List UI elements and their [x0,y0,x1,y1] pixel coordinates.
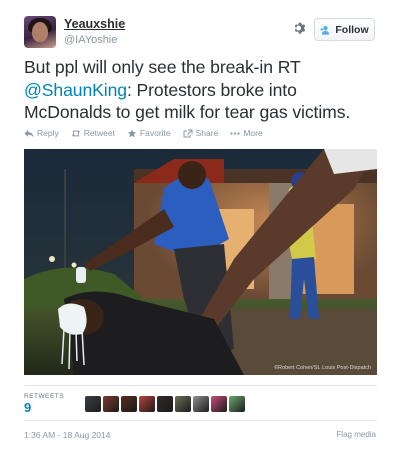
tweet-actions: Reply Retweet Favorite Share More [24,128,263,138]
retweeter-avatars [85,396,245,412]
photo-credit: ©Robert Cohen/St. Louis Post-Dispatch [274,365,371,371]
retweet-label: Retweet [83,128,115,138]
retweets-count[interactable]: 9 [24,400,31,415]
add-user-icon [320,25,330,35]
follow-label: Follow [335,23,369,36]
share-button[interactable]: Share [183,128,219,138]
retweeter-avatar[interactable] [103,396,119,412]
avatar-face [32,22,48,42]
star-icon [127,128,136,137]
retweeter-avatar[interactable] [121,396,137,412]
retweeter-avatar[interactable] [139,396,155,412]
follow-button[interactable]: Follow [314,18,375,41]
retweets-label: RETWEETS [24,393,65,400]
tweet-text-start: But ppl will only see the break-in RT [24,57,301,77]
retweeter-avatar[interactable] [157,396,173,412]
gear-icon[interactable] [293,22,307,36]
more-button[interactable]: More [230,128,263,138]
stats-divider-bottom [24,420,377,421]
retweet-icon [71,129,80,137]
screen-name[interactable]: @IAYoshie [64,34,117,46]
share-label: Share [195,128,219,138]
retweeter-avatar[interactable] [175,396,191,412]
reply-label: Reply [37,128,59,138]
share-icon [183,129,193,137]
timestamp[interactable]: 1:36 AM - 18 Aug 2014 [24,430,110,440]
reply-icon [24,129,34,137]
favorite-button[interactable]: Favorite [127,128,171,138]
more-label: More [243,128,263,138]
tweet-text: But ppl will only see the break-in RT @S… [24,56,384,124]
favorite-label: Favorite [139,128,171,138]
retweeter-avatar[interactable] [193,396,209,412]
stats-divider-top [24,385,377,386]
mention-link[interactable]: @ShaunKing [24,80,127,100]
retweeter-avatar[interactable] [85,396,101,412]
tweet-card: Yeauxshie @IAYoshie Follow But ppl will … [0,0,400,457]
avatar[interactable] [24,16,56,48]
retweet-button[interactable]: Retweet [71,128,115,138]
photo-scene [24,149,377,375]
flag-media-link[interactable]: Flag media [336,430,376,439]
retweeter-avatar[interactable] [211,396,227,412]
retweeter-avatar[interactable] [229,396,245,412]
display-name[interactable]: Yeauxshie [64,17,125,31]
ellipsis-icon [230,131,240,135]
reply-button[interactable]: Reply [24,128,59,138]
tweet-photo[interactable]: ©Robert Cohen/St. Louis Post-Dispatch [24,149,377,375]
